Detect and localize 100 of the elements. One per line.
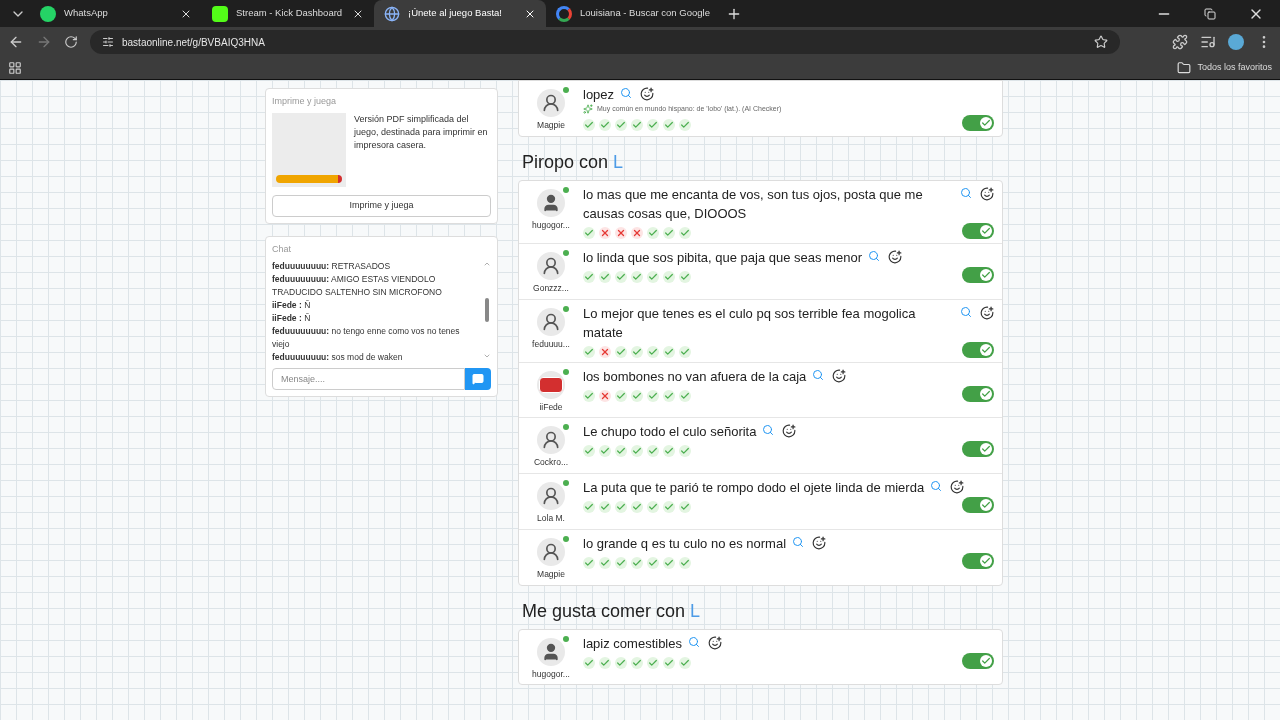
- check-icon[interactable]: [679, 345, 691, 358]
- cross-icon[interactable]: [599, 226, 611, 239]
- toggle-switch[interactable]: [962, 652, 994, 669]
- toggle-switch[interactable]: [962, 552, 994, 569]
- check-icon[interactable]: [583, 226, 595, 239]
- check-icon[interactable]: [631, 556, 643, 569]
- send-button[interactable]: [465, 368, 491, 390]
- check-icon[interactable]: [615, 389, 627, 402]
- check-icon[interactable]: [647, 656, 659, 669]
- back-icon[interactable]: [8, 34, 24, 50]
- check-icon[interactable]: [615, 656, 627, 669]
- smiley-icon[interactable]: [708, 635, 722, 650]
- check-icon[interactable]: [631, 345, 643, 358]
- check-icon[interactable]: [647, 501, 659, 513]
- check-icon[interactable]: [631, 389, 643, 402]
- check-icon[interactable]: [599, 501, 611, 513]
- restore-icon[interactable]: [1204, 7, 1216, 20]
- search-icon[interactable]: [960, 186, 972, 199]
- check-icon[interactable]: [583, 345, 595, 358]
- toggle-switch[interactable]: [962, 341, 994, 358]
- smiley-icon[interactable]: [950, 480, 965, 494]
- star-icon[interactable]: [1094, 35, 1108, 49]
- check-icon[interactable]: [663, 656, 675, 669]
- reload-icon[interactable]: [64, 35, 78, 49]
- check-icon[interactable]: [679, 226, 691, 239]
- check-icon[interactable]: [679, 656, 691, 669]
- message-input[interactable]: Mensaje....: [272, 368, 465, 390]
- toggle-switch[interactable]: [962, 114, 994, 131]
- smiley-icon[interactable]: [640, 87, 655, 101]
- check-icon[interactable]: [647, 556, 659, 569]
- check-icon[interactable]: [615, 345, 627, 358]
- check-icon[interactable]: [631, 270, 643, 283]
- check-icon[interactable]: [647, 118, 659, 131]
- search-icon[interactable]: [812, 368, 825, 381]
- search-icon[interactable]: [792, 535, 805, 548]
- check-icon[interactable]: [599, 270, 611, 283]
- check-icon[interactable]: [631, 501, 643, 513]
- smiley-icon[interactable]: [832, 368, 847, 383]
- smiley-icon[interactable]: [980, 305, 994, 320]
- check-icon[interactable]: [663, 445, 675, 458]
- media-list-icon[interactable]: [1200, 34, 1216, 50]
- smiley-icon[interactable]: [812, 535, 827, 550]
- check-icon[interactable]: [615, 270, 627, 283]
- cross-icon[interactable]: [615, 226, 627, 239]
- scroll-down-icon[interactable]: [483, 352, 491, 360]
- site-settings-icon[interactable]: [102, 36, 114, 48]
- profile-avatar[interactable]: [1228, 34, 1244, 50]
- browser-tab[interactable]: Louisiana - Buscar con Google: [546, 0, 718, 27]
- bookmarks-folder[interactable]: Todos los favoritos: [1177, 61, 1272, 75]
- check-icon[interactable]: [583, 389, 595, 402]
- check-icon[interactable]: [647, 445, 659, 458]
- check-icon[interactable]: [647, 270, 659, 283]
- search-icon[interactable]: [960, 305, 972, 318]
- apps-icon[interactable]: [8, 61, 22, 75]
- check-icon[interactable]: [583, 501, 595, 513]
- forward-icon[interactable]: [36, 34, 52, 50]
- search-icon[interactable]: [688, 635, 700, 648]
- cross-icon[interactable]: [599, 345, 611, 358]
- check-icon[interactable]: [647, 389, 659, 402]
- check-icon[interactable]: [663, 389, 675, 402]
- check-icon[interactable]: [615, 118, 627, 131]
- check-icon[interactable]: [663, 556, 675, 569]
- browser-tab[interactable]: ¡Únete al juego Basta!: [374, 0, 546, 27]
- check-icon[interactable]: [663, 270, 675, 283]
- search-icon[interactable]: [930, 480, 943, 492]
- address-bar[interactable]: bastaonline.net/g/BVBAIQ3HNA: [90, 30, 1120, 54]
- check-icon[interactable]: [599, 556, 611, 569]
- smiley-icon[interactable]: [980, 186, 994, 201]
- toggle-switch[interactable]: [962, 497, 994, 513]
- check-icon[interactable]: [631, 445, 643, 458]
- scrollbar[interactable]: [483, 260, 491, 360]
- check-icon[interactable]: [583, 118, 595, 131]
- search-icon[interactable]: [620, 87, 633, 99]
- toggle-switch[interactable]: [962, 441, 994, 458]
- check-icon[interactable]: [679, 118, 691, 131]
- check-icon[interactable]: [663, 118, 675, 131]
- check-icon[interactable]: [679, 556, 691, 569]
- check-icon[interactable]: [647, 345, 659, 358]
- check-icon[interactable]: [583, 556, 595, 569]
- check-icon[interactable]: [647, 226, 659, 239]
- search-icon[interactable]: [762, 424, 775, 437]
- check-icon[interactable]: [583, 656, 595, 669]
- check-icon[interactable]: [615, 445, 627, 458]
- check-icon[interactable]: [663, 226, 675, 239]
- cross-icon[interactable]: [631, 226, 643, 239]
- check-icon[interactable]: [663, 501, 675, 513]
- check-icon[interactable]: [679, 389, 691, 402]
- toggle-switch[interactable]: [962, 266, 994, 283]
- check-icon[interactable]: [599, 656, 611, 669]
- check-icon[interactable]: [663, 345, 675, 358]
- print-button[interactable]: Imprime y juega: [272, 194, 491, 217]
- search-icon[interactable]: [867, 249, 880, 262]
- check-icon[interactable]: [615, 501, 627, 513]
- check-icon[interactable]: [679, 270, 691, 283]
- check-icon[interactable]: [583, 270, 595, 283]
- check-icon[interactable]: [679, 445, 691, 458]
- check-icon[interactable]: [615, 556, 627, 569]
- check-icon[interactable]: [599, 445, 611, 458]
- toggle-switch[interactable]: [962, 385, 994, 402]
- check-icon[interactable]: [679, 501, 691, 513]
